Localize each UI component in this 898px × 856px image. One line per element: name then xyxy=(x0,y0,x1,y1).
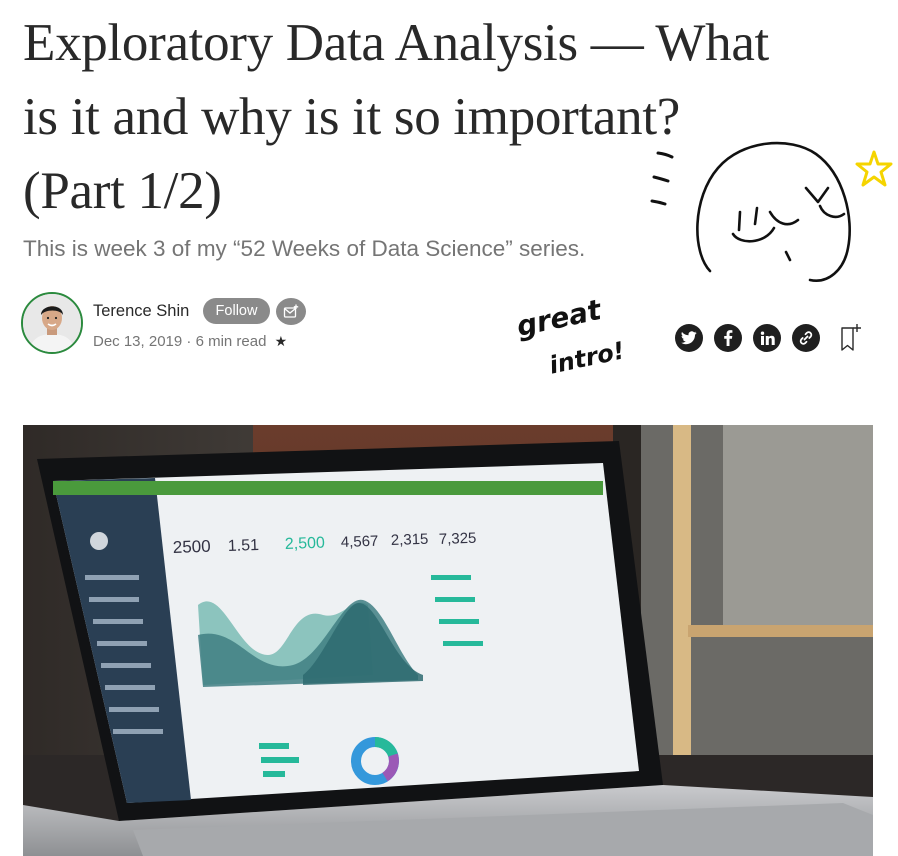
member-star-icon: ★ xyxy=(274,333,288,349)
note-text: great xyxy=(514,293,606,343)
article-title: Exploratory Data Analysis — What is it a… xyxy=(23,14,769,220)
follow-button[interactable]: Follow xyxy=(203,298,270,324)
article-subtitle: This is week 3 of my “52 Weeks of Data S… xyxy=(23,236,586,261)
link-icon xyxy=(799,331,813,345)
share-linkedin-button[interactable] xyxy=(753,324,781,352)
copy-link-button[interactable] xyxy=(792,324,820,352)
bookmark-icon xyxy=(841,324,861,351)
svg-text:2,315: 2,315 xyxy=(391,531,429,549)
svg-text:4,567: 4,567 xyxy=(341,533,379,551)
share-twitter-button[interactable] xyxy=(675,324,703,352)
facebook-icon xyxy=(724,330,733,346)
author-name[interactable]: Terence Shin xyxy=(93,302,189,321)
handwritten-note: great intro! xyxy=(514,293,627,378)
publish-date: Dec 13, 2019 xyxy=(93,333,183,350)
hero-image: 2500 1.51 2,500 4,567 2,315 7,325 xyxy=(23,425,873,856)
read-time: 6 min read xyxy=(195,333,267,350)
svg-text:7,325: 7,325 xyxy=(439,530,477,548)
svg-text:1.51: 1.51 xyxy=(228,537,260,555)
svg-text:2,500: 2,500 xyxy=(285,535,326,553)
subscribe-button[interactable] xyxy=(276,298,306,325)
svg-text:2500: 2500 xyxy=(172,537,210,557)
meta-separator: · xyxy=(186,333,192,350)
bookmark-button[interactable] xyxy=(836,322,864,354)
laptop-dashboard-photo: 2500 1.51 2,500 4,567 2,315 7,325 xyxy=(23,425,873,856)
author-avatar[interactable] xyxy=(21,292,83,354)
twitter-icon xyxy=(681,331,697,345)
article-meta: Dec 13, 2019 · 6 min read ★ xyxy=(93,333,287,350)
linkedin-icon xyxy=(760,331,775,345)
share-facebook-button[interactable] xyxy=(714,324,742,352)
note-text-2: intro! xyxy=(547,336,627,378)
avatar-photo xyxy=(23,294,81,352)
email-plus-icon xyxy=(283,304,299,318)
